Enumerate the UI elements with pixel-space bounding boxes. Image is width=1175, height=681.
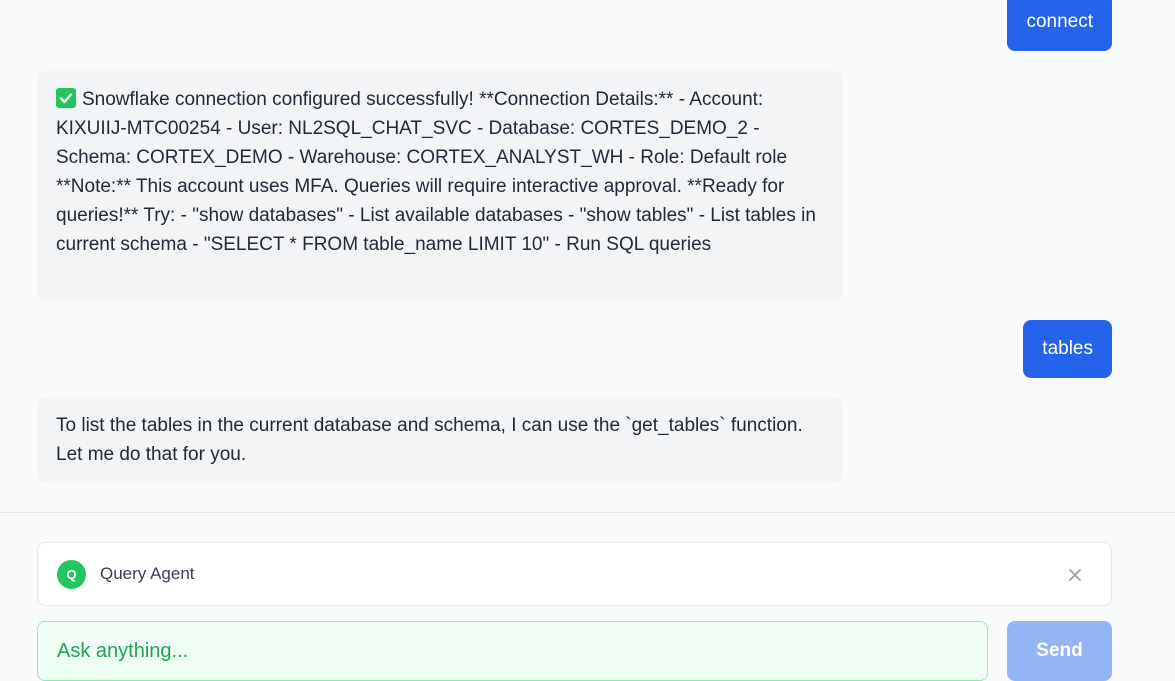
check-mark-icon — [56, 88, 76, 108]
assistant-message: Snowflake connection configured successf… — [37, 71, 843, 301]
send-button[interactable]: Send — [1007, 621, 1112, 681]
message-input[interactable] — [37, 621, 988, 681]
agent-selector[interactable]: Q Query Agent — [37, 542, 1112, 606]
assistant-message-text: To list the tables in the current databa… — [56, 415, 803, 465]
composer-divider — [0, 512, 1175, 513]
assistant-message: To list the tables in the current databa… — [37, 397, 843, 483]
user-message: connect — [1007, 0, 1112, 51]
close-icon[interactable] — [1065, 565, 1085, 585]
agent-name: Query Agent — [100, 564, 195, 583]
agent-avatar: Q — [57, 560, 86, 589]
assistant-message-text: Snowflake connection configured successf… — [56, 89, 816, 255]
user-message-text: connect — [1026, 11, 1093, 32]
user-message: tables — [1023, 320, 1112, 378]
chat-transcript: connect Snowflake connection configured … — [0, 0, 1175, 512]
user-message-text: tables — [1042, 338, 1093, 359]
